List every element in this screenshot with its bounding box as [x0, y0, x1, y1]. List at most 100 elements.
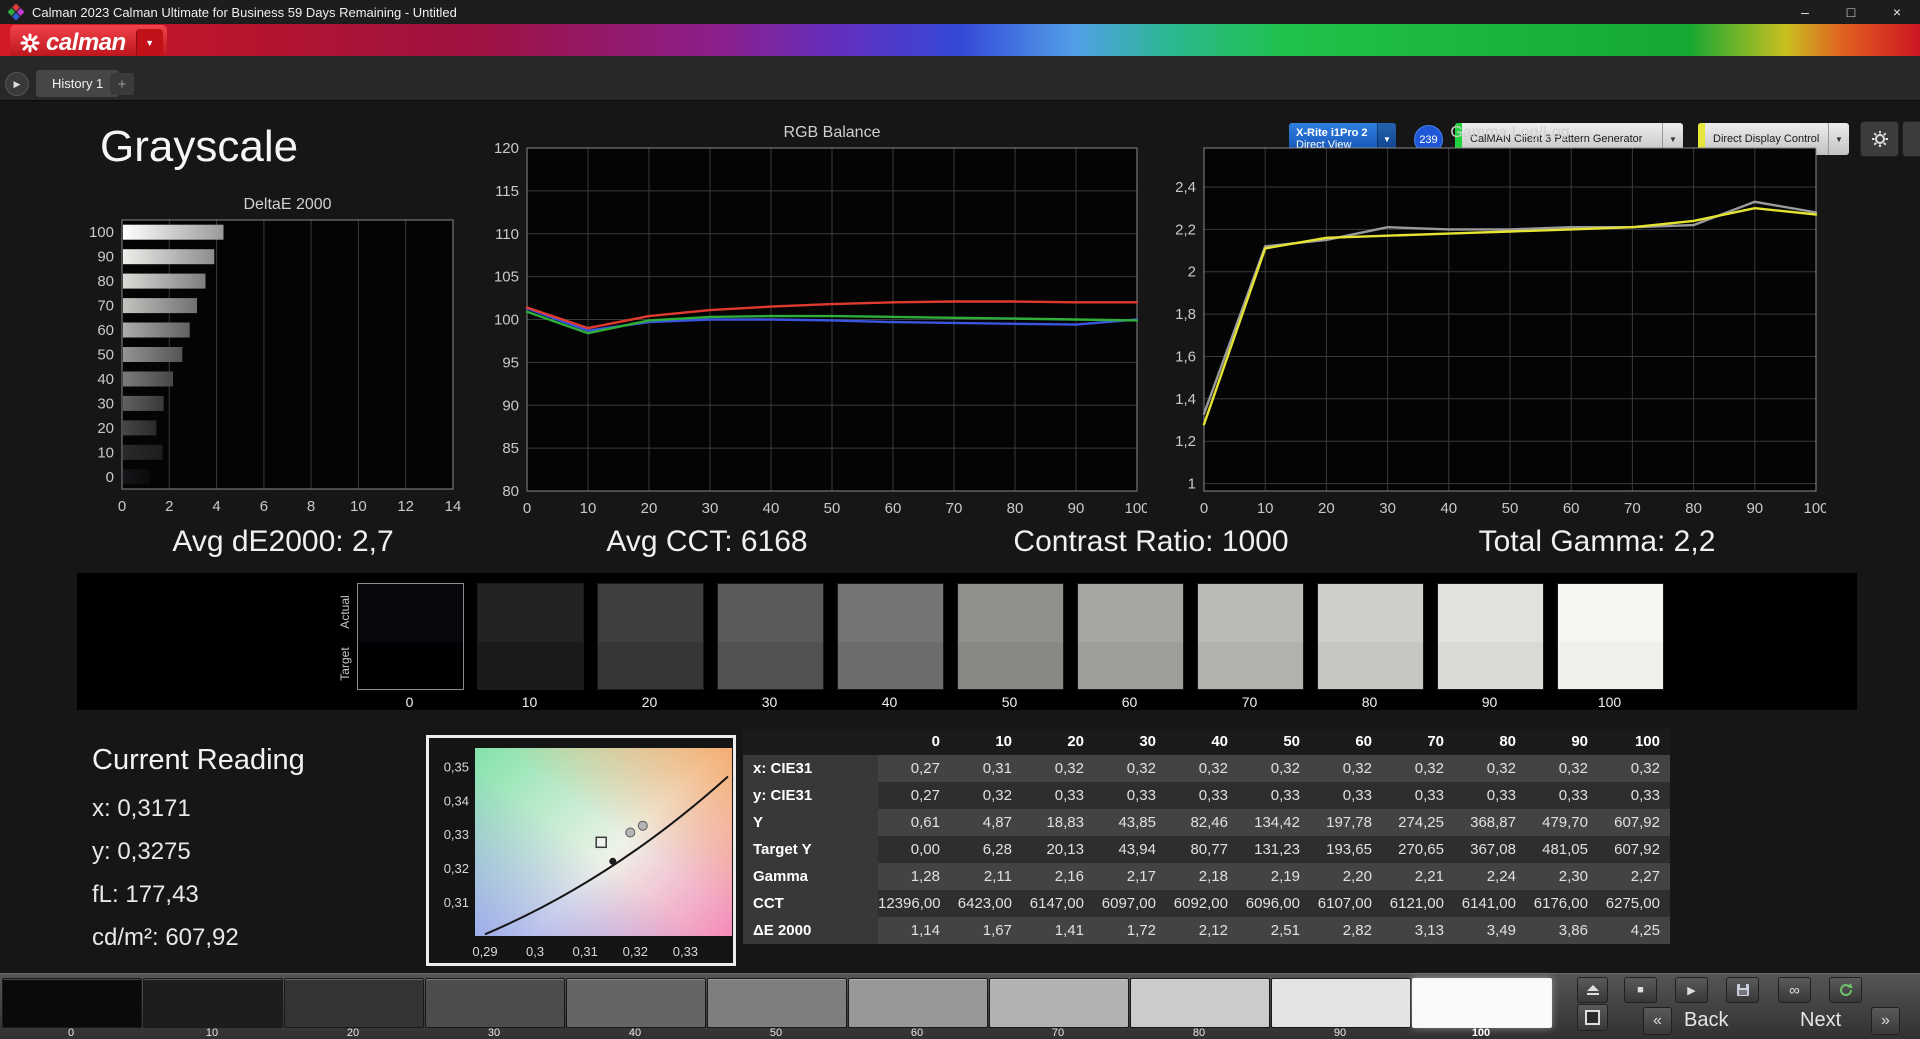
table-cell: 0,32: [1022, 755, 1094, 782]
measured-point: [609, 857, 617, 865]
deltae-plot: 0 2 4 6 8 10 12 141009080706050403020100: [89, 219, 461, 515]
table-cell: 4,25: [1598, 917, 1670, 944]
more-tools-button[interactable]: [1902, 121, 1920, 157]
svg-text:70: 70: [1624, 500, 1641, 517]
level-button-70[interactable]: [989, 978, 1129, 1028]
table-cell: 82,46: [1166, 809, 1238, 836]
svg-text:90: 90: [97, 249, 114, 266]
svg-text:2: 2: [1188, 264, 1196, 281]
svg-text:0: 0: [1200, 500, 1208, 517]
svg-text:0,34: 0,34: [444, 793, 469, 808]
stat-avg-cct: Avg CCT: 6168: [606, 525, 808, 558]
current-reading-title: Current Reading: [92, 744, 305, 776]
panel-eject-button[interactable]: [1577, 977, 1608, 1003]
swatch-actual: [718, 584, 823, 642]
deltae-bar: [123, 298, 197, 314]
grayscale-swatch-0: [357, 583, 464, 690]
refresh-button[interactable]: [1829, 977, 1862, 1003]
swatch-level-label: 0: [405, 694, 414, 710]
table-cell: 0,33: [1166, 782, 1238, 809]
level-button-100[interactable]: [1412, 978, 1552, 1028]
level-button-30[interactable]: [425, 978, 565, 1028]
swatch-actual: [1558, 584, 1663, 642]
window-controls: – □ ×: [1782, 0, 1920, 24]
svg-text:100: 100: [1803, 500, 1826, 517]
level-button-20[interactable]: [284, 978, 424, 1028]
swatch-target: [358, 642, 463, 689]
table-cell: 0,31: [950, 755, 1022, 782]
table-cell: 3,13: [1382, 917, 1454, 944]
svg-text:1,6: 1,6: [1175, 349, 1196, 366]
table-cell: 481,05: [1526, 836, 1598, 863]
tab-bar: ▶ History 1 + X-Rite i1Pro 2 Direct View…: [0, 56, 1920, 157]
next-arrow-button[interactable]: »: [1871, 1007, 1900, 1035]
level-button-10[interactable]: [143, 978, 283, 1028]
svg-text:110: 110: [495, 226, 519, 243]
level-button-label: 80: [1192, 1027, 1206, 1039]
svg-text:60: 60: [97, 322, 114, 339]
table-cell: 2,12: [1166, 917, 1238, 944]
deltae-bar: [123, 273, 206, 289]
tab-history-1[interactable]: History 1: [36, 70, 120, 97]
swatch-actual: [1078, 584, 1183, 642]
svg-text:0: 0: [523, 500, 531, 517]
swatch-target: [958, 642, 1063, 689]
table-cell: 2,19: [1238, 863, 1310, 890]
reading-y: y: 0,3275: [92, 838, 191, 865]
close-button[interactable]: ×: [1874, 0, 1920, 24]
back-button[interactable]: Back: [1684, 1009, 1728, 1032]
level-button-0[interactable]: [2, 978, 142, 1028]
swatch-level-label: 90: [1481, 694, 1498, 710]
table-cell: 80,77: [1166, 836, 1238, 863]
rgb-balance-line-chart: 0 10 20 30 40 50 60 70 80 90 100 80 85 90 95 100 105 110 1…: [479, 140, 1150, 523]
rgb-balance-chart-title: RGB Balance: [783, 124, 881, 141]
main-menu-dropdown[interactable]: ▼: [135, 29, 163, 57]
level-button-label: 70: [1051, 1027, 1065, 1039]
svg-text:120: 120: [494, 142, 519, 157]
svg-text:2,2: 2,2: [1175, 221, 1196, 238]
save-icon: [1736, 984, 1749, 996]
grayscale-swatch-30: [717, 583, 824, 690]
pattern-window-button[interactable]: [1577, 1004, 1608, 1031]
swatch-target: [598, 642, 703, 689]
svg-text:115: 115: [495, 183, 519, 200]
grayscale-swatch-60: [1077, 583, 1184, 690]
table-cell: 0,32: [1598, 755, 1670, 782]
save-button[interactable]: [1726, 977, 1759, 1003]
level-button-60[interactable]: [848, 978, 988, 1028]
grayscale-swatch-100: [1557, 583, 1664, 690]
level-button-50[interactable]: [707, 978, 847, 1028]
grayscale-swatch-50: [957, 583, 1064, 690]
next-button[interactable]: Next: [1800, 1009, 1841, 1032]
level-button-80[interactable]: [1130, 978, 1270, 1028]
table-cell: 1,14: [878, 917, 950, 944]
table-col-header: 20: [1022, 729, 1094, 755]
level-button-40[interactable]: [566, 978, 706, 1028]
stop-button[interactable]: ■: [1624, 977, 1657, 1003]
add-tab-button[interactable]: +: [110, 73, 134, 95]
swatch-target: [478, 642, 583, 689]
table-cell: 0,33: [1022, 782, 1094, 809]
maximize-button[interactable]: □: [1828, 0, 1874, 24]
play-button[interactable]: ▶: [1675, 977, 1708, 1003]
table-cell: 0,27: [878, 782, 950, 809]
measured-point: [625, 827, 636, 838]
svg-text:0,29: 0,29: [472, 944, 497, 959]
swatch-actual: [358, 584, 463, 642]
svg-text:2,4: 2,4: [1175, 179, 1196, 196]
stat-contrast-ratio: Contrast Ratio: 1000: [1013, 525, 1289, 558]
link-button[interactable]: ∞: [1778, 977, 1811, 1003]
level-button-90[interactable]: [1271, 978, 1411, 1028]
target-marker: [595, 836, 607, 849]
back-arrow-button[interactable]: «: [1643, 1007, 1672, 1035]
swatch-target: [1558, 642, 1663, 689]
panel-expand-button[interactable]: ▶: [5, 72, 29, 96]
table-cell: 0,61: [878, 809, 950, 836]
table-cell: 6107,00: [1310, 890, 1382, 917]
table-cell: 0,33: [1598, 782, 1670, 809]
table-cell: 2,27: [1598, 863, 1670, 890]
settings-button[interactable]: [1860, 121, 1899, 157]
minimize-button[interactable]: –: [1782, 0, 1828, 24]
table-cell: 1,28: [878, 863, 950, 890]
table-cell: 479,70: [1526, 809, 1598, 836]
